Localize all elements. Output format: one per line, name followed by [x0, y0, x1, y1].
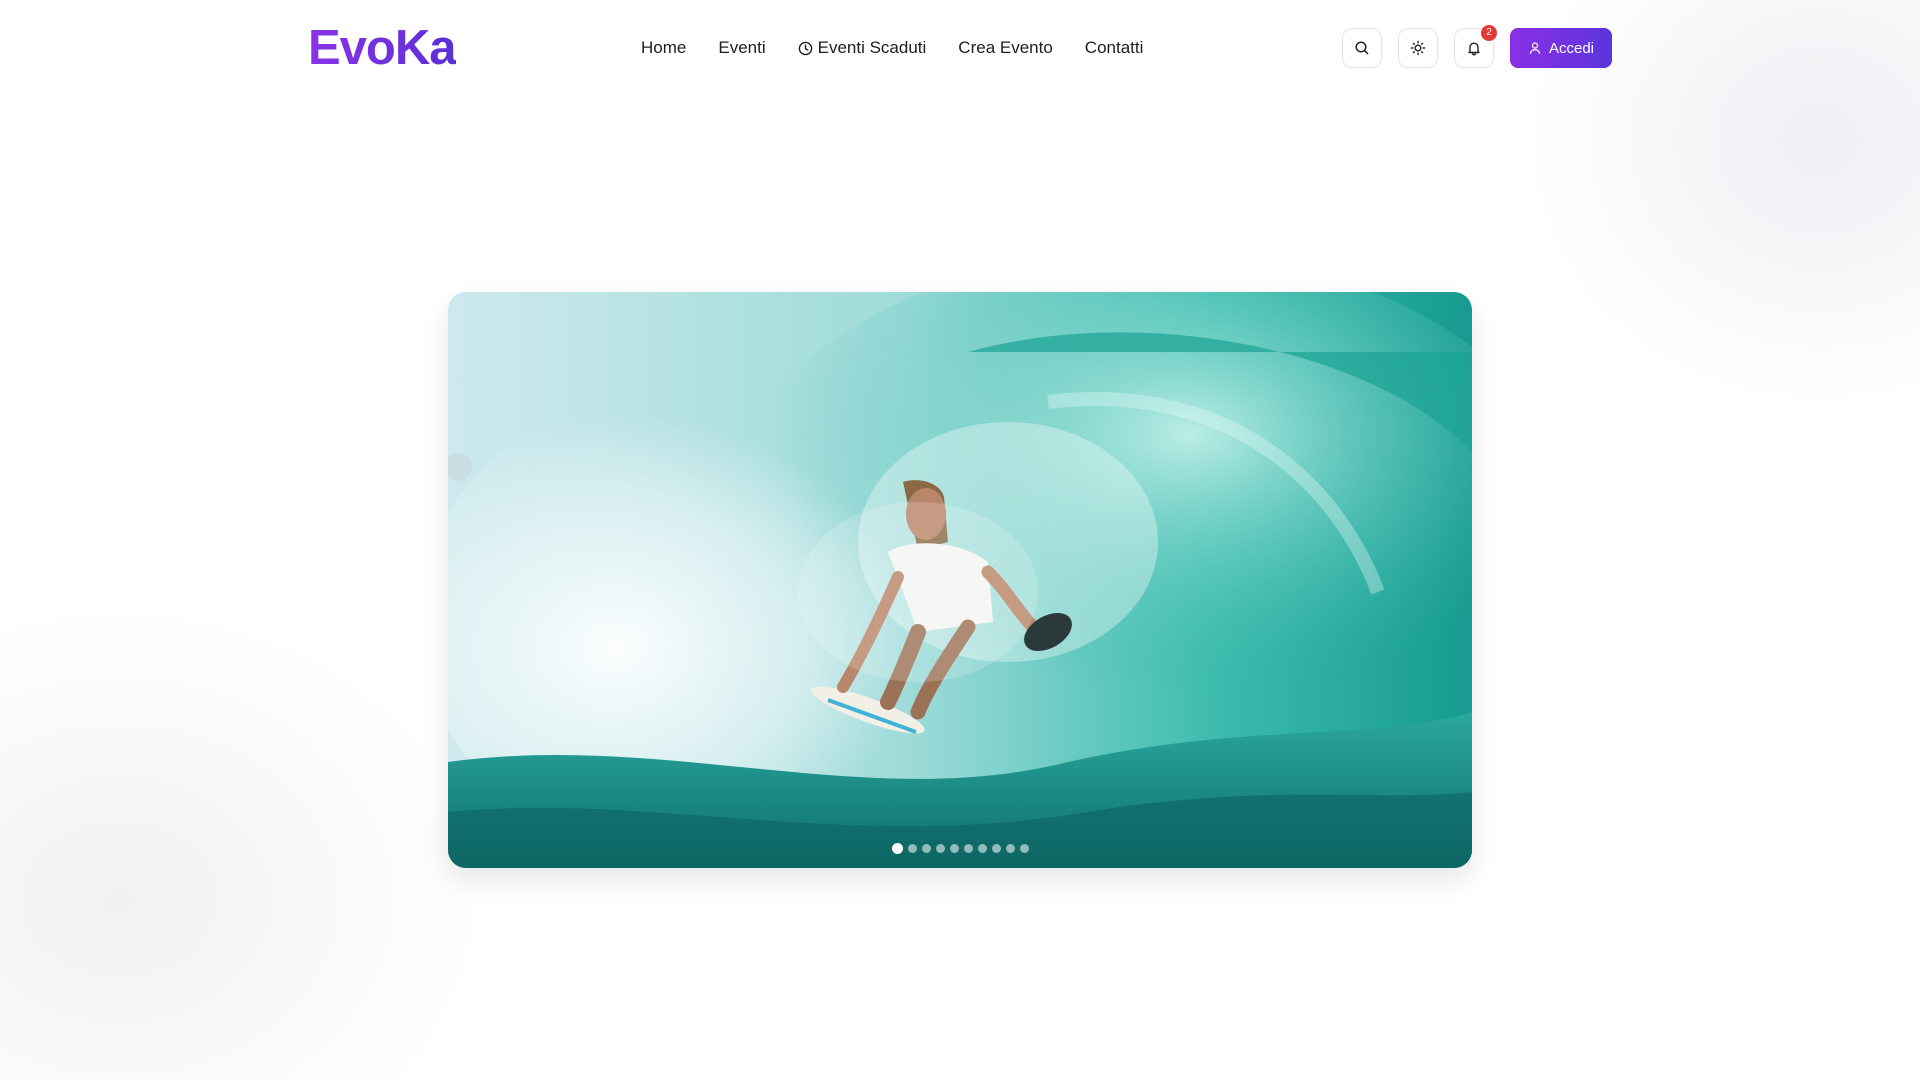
top-navbar: EvoKa Home Eventi Eventi Scaduti Crea Ev…: [0, 0, 1920, 96]
surfer-wave-image: [448, 292, 1472, 868]
nav-item-home[interactable]: Home: [641, 34, 686, 62]
carousel-dot[interactable]: [949, 844, 959, 853]
carousel-dot[interactable]: [907, 844, 917, 853]
carousel-dot[interactable]: [921, 844, 931, 853]
login-label: Accedi: [1548, 39, 1595, 57]
carousel-dot[interactable]: [1019, 844, 1029, 853]
nav-item-eventi-scaduti[interactable]: Eventi Scaduti: [798, 34, 927, 62]
carousel-dot[interactable]: [963, 844, 973, 853]
search-button[interactable]: [1342, 28, 1382, 68]
nav-item-label: Eventi: [718, 38, 766, 57]
nav-item-label: Home: [641, 38, 687, 57]
nav-item-crea-evento[interactable]: Crea Evento: [958, 34, 1053, 62]
carousel-dot[interactable]: [935, 844, 945, 853]
theme-toggle-button[interactable]: [1398, 28, 1438, 68]
brand-logo[interactable]: EvoKa: [308, 20, 457, 76]
main-nav: Home Eventi Eventi Scaduti Crea Evento C…: [641, 34, 1175, 62]
carousel-dot[interactable]: [891, 843, 903, 854]
nav-item-contatti[interactable]: Contatti: [1085, 34, 1144, 62]
notification-count-badge: 2: [1481, 25, 1497, 41]
carousel-dot[interactable]: [977, 844, 987, 853]
carousel-dot[interactable]: [1005, 844, 1015, 853]
user-icon: [1528, 41, 1542, 55]
search-icon: [1354, 40, 1370, 56]
carousel-dot[interactable]: [991, 844, 1001, 853]
sun-icon: [1410, 40, 1426, 56]
login-button[interactable]: Accedi: [1510, 28, 1612, 68]
nav-item-label: Contatti: [1084, 38, 1144, 57]
carousel-dots: [448, 843, 1472, 854]
bell-icon: [1466, 40, 1482, 56]
clock-icon: [798, 41, 813, 56]
hero-carousel[interactable]: [448, 292, 1472, 868]
nav-item-label: Eventi Scaduti: [817, 38, 927, 57]
nav-item-eventi[interactable]: Eventi: [718, 34, 765, 62]
nav-item-label: Crea Evento: [958, 38, 1053, 57]
